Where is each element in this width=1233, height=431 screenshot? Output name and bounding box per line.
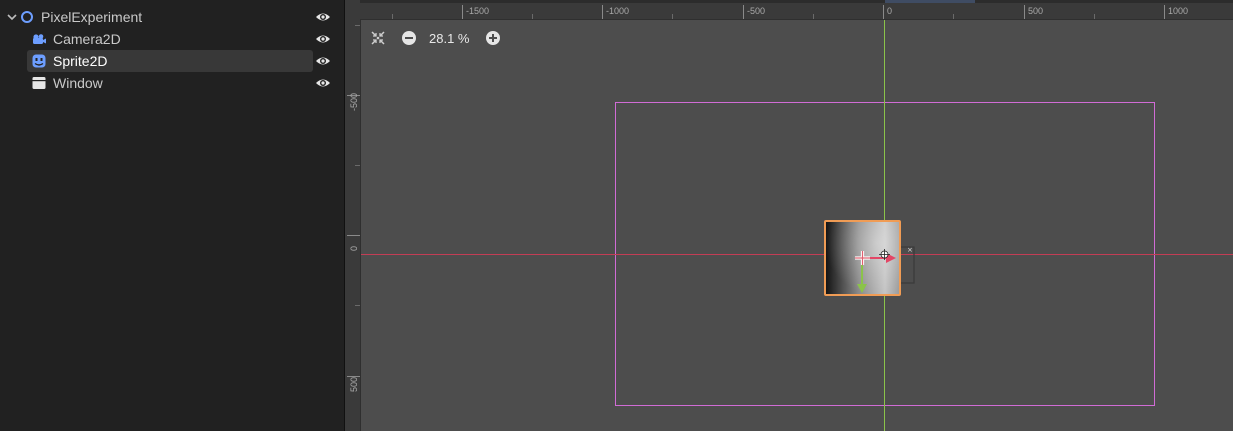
zoom-in-icon[interactable]: [485, 30, 501, 46]
ruler-tick: [462, 5, 463, 19]
node-2d-circle-icon: [21, 11, 33, 23]
eye-icon[interactable]: [315, 31, 331, 47]
ruler-label-y: 0: [349, 245, 359, 251]
svg-text:×: ×: [907, 246, 913, 254]
ruler-tick: [1164, 5, 1165, 19]
ruler-label-y: 500: [349, 376, 359, 392]
tree-item-window[interactable]: Window: [0, 72, 344, 94]
ruler-label-x: 1000: [1168, 6, 1189, 16]
horizontal-ruler[interactable]: -1500 -1000 -500 0 500 1000: [360, 3, 1233, 20]
ruler-label-x: 500: [1028, 6, 1044, 16]
tree-item-label: PixelExperiment: [41, 9, 143, 25]
tree-item-label: Window: [53, 75, 103, 91]
ruler-label-x: -1500: [466, 6, 490, 16]
eye-icon[interactable]: [315, 53, 331, 69]
tree-item-sprite2d[interactable]: Sprite2D: [0, 50, 344, 72]
center-view-icon[interactable]: [370, 30, 386, 46]
ruler-tick: [743, 5, 744, 19]
ruler-label-y: -500: [349, 92, 359, 111]
ruler-tick: [602, 5, 603, 19]
eye-icon[interactable]: [315, 75, 331, 91]
tree-item-label: Camera2D: [53, 31, 121, 47]
tree-item-pixelexperiment[interactable]: PixelExperiment: [0, 6, 344, 28]
tree-item-camera2d[interactable]: Camera2D: [0, 28, 344, 50]
ruler-corner: [345, 0, 360, 19]
camera-2d-icon: [33, 34, 46, 44]
canvas-scene: ×: [361, 20, 1233, 431]
canvas-viewport[interactable]: ×: [361, 20, 1233, 431]
window-icon: [32, 77, 46, 89]
zoom-out-icon[interactable]: [401, 30, 417, 46]
ruler-tick: [883, 5, 884, 19]
vertical-ruler[interactable]: -500 0 500: [345, 19, 361, 431]
ruler-label-x: -1000: [606, 6, 630, 16]
ruler-tick: [1024, 5, 1025, 19]
zoom-level-label[interactable]: 28.1 %: [429, 31, 469, 46]
eye-icon[interactable]: [315, 9, 331, 25]
ruler-label-x: -500: [747, 6, 766, 16]
scene-tree-panel: PixelExperiment Camera2D Sprite2D Window: [0, 0, 344, 431]
ruler-tick: [347, 235, 360, 236]
tree-item-label: Sprite2D: [53, 53, 108, 69]
ruler-label-x: 0: [887, 6, 893, 16]
chevron-down-icon[interactable]: [5, 10, 19, 24]
sprite-2d-icon: [32, 54, 46, 68]
